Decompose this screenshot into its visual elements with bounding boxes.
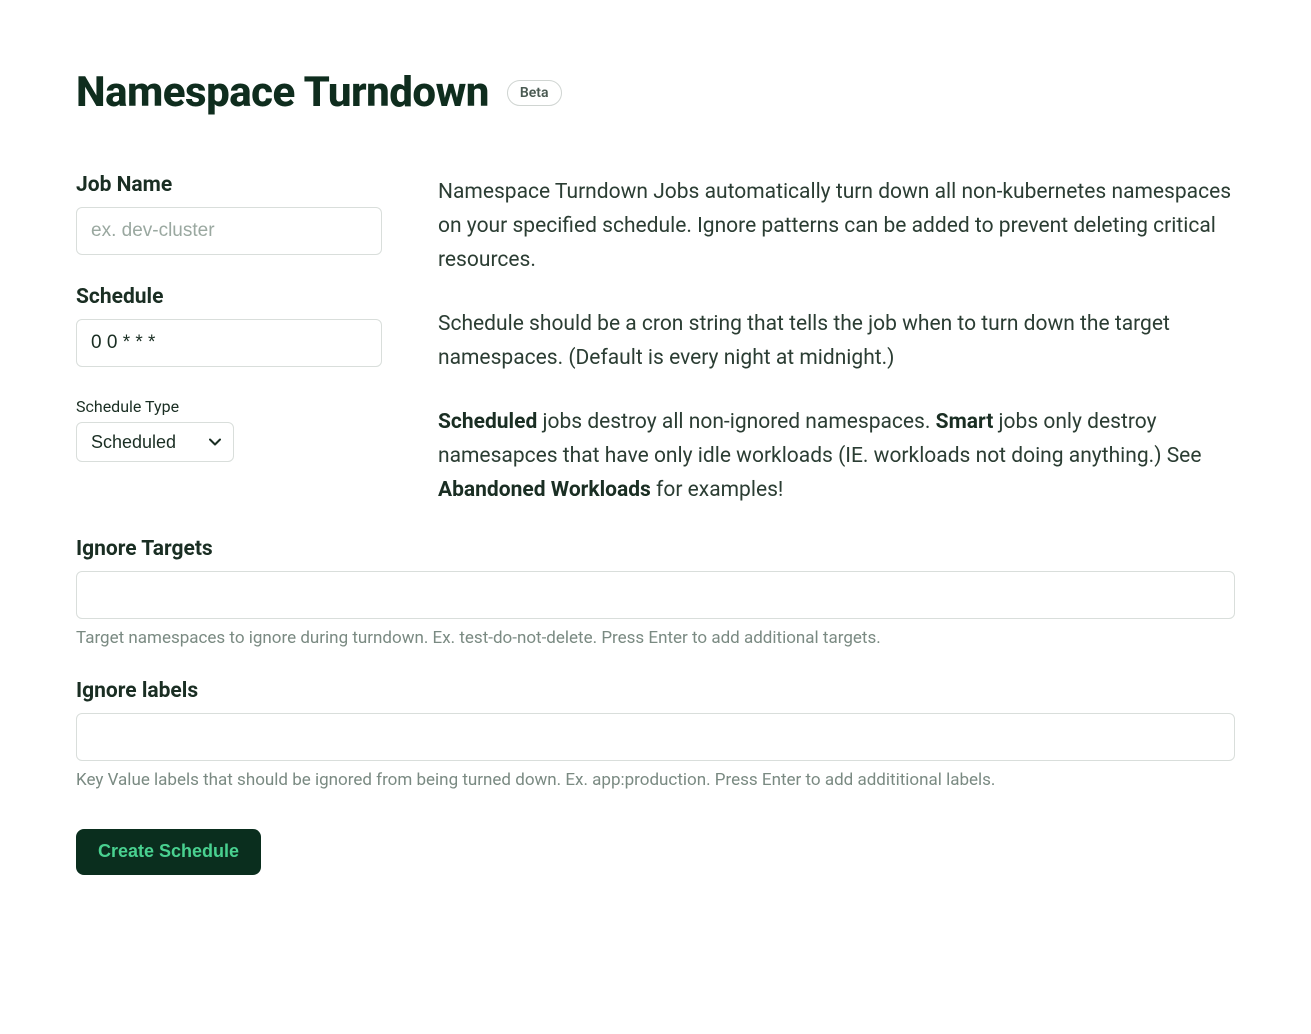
ignore-labels-field: Ignore labels Key Value labels that shou… xyxy=(76,679,1235,793)
ignore-labels-hint: Key Value labels that should be ignored … xyxy=(76,769,1235,793)
top-columns: Job Name Schedule Schedule Type Schedule… xyxy=(76,173,1235,507)
ignore-targets-field: Ignore Targets Target namespaces to igno… xyxy=(76,537,1235,651)
create-schedule-button[interactable]: Create Schedule xyxy=(76,829,261,875)
job-name-input[interactable] xyxy=(76,207,382,255)
job-name-field: Job Name xyxy=(76,173,382,255)
desc-bold-scheduled: Scheduled xyxy=(438,410,537,434)
description-paragraph-3: Scheduled jobs destroy all non-ignored n… xyxy=(438,405,1235,507)
beta-badge: Beta xyxy=(507,80,562,106)
schedule-input[interactable] xyxy=(76,319,382,367)
ignore-targets-input[interactable] xyxy=(76,571,1235,619)
description-paragraph-1: Namespace Turndown Jobs automatically tu… xyxy=(438,175,1235,277)
job-name-label: Job Name xyxy=(76,173,382,197)
ignore-labels-input[interactable] xyxy=(76,713,1235,761)
ignore-targets-label: Ignore Targets xyxy=(76,537,1235,561)
schedule-label: Schedule xyxy=(76,285,382,309)
page-container: Namespace Turndown Beta Job Name Schedul… xyxy=(0,0,1311,955)
desc-bold-abandoned: Abandoned Workloads xyxy=(438,478,651,502)
desc-text-1: jobs destroy all non-ignored namespaces. xyxy=(537,410,935,434)
schedule-type-select[interactable]: Scheduled Smart xyxy=(76,422,234,462)
schedule-field: Schedule xyxy=(76,285,382,367)
page-title: Namespace Turndown xyxy=(76,68,489,117)
description-column: Namespace Turndown Jobs automatically tu… xyxy=(438,173,1235,507)
desc-bold-smart: Smart xyxy=(936,410,994,434)
desc-text-3: for examples! xyxy=(651,478,784,502)
schedule-type-field: Schedule Type Scheduled Smart xyxy=(76,397,382,462)
ignore-labels-label: Ignore labels xyxy=(76,679,1235,703)
schedule-type-label: Schedule Type xyxy=(76,397,382,416)
description-paragraph-2: Schedule should be a cron string that te… xyxy=(438,307,1235,375)
ignore-targets-hint: Target namespaces to ignore during turnd… xyxy=(76,627,1235,651)
title-row: Namespace Turndown Beta xyxy=(76,68,1235,117)
left-column: Job Name Schedule Schedule Type Schedule… xyxy=(76,173,382,507)
